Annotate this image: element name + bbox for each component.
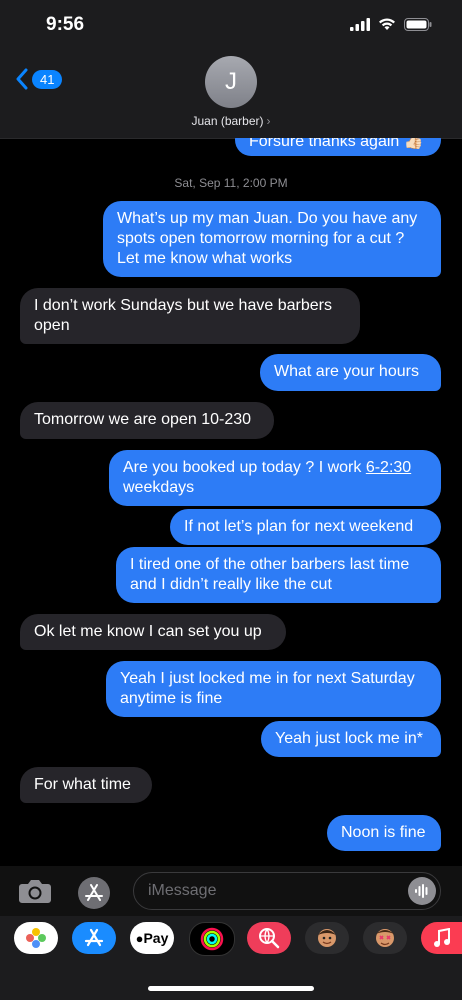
message-text: For what time [34,776,131,793]
message-bubble-outgoing[interactable]: Noon is fine [327,815,441,851]
message-bubble-incoming[interactable]: I don’t work Sundays but we have barbers… [20,288,360,344]
camera-icon [19,880,51,903]
message-bubble-incoming[interactable]: Ok let me know I can set you up [20,614,286,650]
contact-name-button[interactable]: Juan (barber) › [0,114,462,128]
message-text: Forsure thanks again 👍🏻 [249,138,424,150]
chevron-left-icon [16,68,28,90]
apple-pay-label: Pay [143,930,169,946]
fitness-app-button[interactable] [189,922,235,956]
battery-icon [404,18,432,31]
memoji-stickers-icon [376,929,394,947]
message-text: I tired one of the other barbers last ti… [130,556,410,593]
photos-icon [26,928,46,948]
app-store-app-button[interactable] [72,922,116,954]
message-thread[interactable]: Forsure thanks again 👍🏻 Sat, Sep 11, 2:0… [0,138,462,866]
message-text: weekdays [123,479,195,496]
message-bubble-outgoing[interactable]: Yeah I just locked me in for next Saturd… [106,661,441,717]
message-bubble-outgoing[interactable]: What are your hours [260,354,441,391]
message-bubble-outgoing[interactable]: Yeah just lock me in* [261,721,441,757]
photos-app-button[interactable] [14,922,58,954]
message-composer [0,866,462,916]
message-text: What are your hours [274,363,419,380]
back-button[interactable]: 41 [16,68,63,90]
message-bubble-outgoing[interactable]: If not let’s plan for next weekend [170,509,441,545]
memoji-icon [318,929,336,947]
app-store-icon [84,928,104,947]
conversation-header: 41 J Juan (barber) › [0,54,462,139]
message-bubble-incoming[interactable]: For what time [20,767,152,803]
status-time: 9:56 [46,14,85,35]
message-text: Noon is fine [341,824,426,841]
memoji-stickers-app-button[interactable] [363,922,407,954]
imessage-app-drawer: ● Pay [0,916,462,1000]
message-bubble-outgoing[interactable]: Are you booked up today ? I work 6-2:30 … [109,450,441,506]
message-text: I don’t work Sundays but we have barbers… [34,297,332,334]
message-text: Ok let me know I can set you up [34,623,262,640]
message-text: Yeah just lock me in* [275,730,423,747]
activity-rings-icon [200,927,224,951]
music-note-icon [433,928,450,947]
date-link[interactable]: 6-2:30 [366,459,411,476]
message-input[interactable] [146,881,400,901]
signal-icon [350,18,370,31]
chevron-right-icon: › [266,114,271,128]
message-text: Are you booked up today ? I work [123,459,366,476]
music-app-button[interactable] [421,922,462,954]
apple-pay-app-button[interactable]: ● Pay [130,922,174,954]
message-text: Yeah I just locked me in for next Saturd… [120,670,415,707]
audio-message-button[interactable] [408,877,436,905]
contact-name: Juan (barber) [191,114,264,128]
message-bubble-outgoing[interactable]: What’s up my man Juan. Do you have any s… [103,201,441,277]
app-store-button[interactable] [78,877,110,909]
message-bubble-incoming[interactable]: Tomorrow we are open 10-230 [20,402,274,439]
app-store-icon [85,884,103,901]
message-text: Tomorrow we are open 10-230 [34,411,252,428]
memoji-app-button[interactable] [305,922,349,954]
wifi-icon [379,18,395,30]
waveform-icon [415,884,428,898]
globe-search-icon [259,928,280,949]
message-input-container [133,872,441,910]
message-bubble-outgoing[interactable]: I tired one of the other barbers last ti… [116,547,441,603]
message-text: What’s up my man Juan. Do you have any s… [117,210,418,267]
status-icons [350,18,432,31]
message-timestamp: Sat, Sep 11, 2:00 PM [174,176,288,190]
status-bar: 9:56 [0,0,462,54]
search-images-app-button[interactable] [247,922,291,954]
camera-button[interactable] [18,878,52,909]
message-text: If not let’s plan for next weekend [184,518,414,535]
home-indicator[interactable] [148,986,314,991]
message-bubble-outgoing[interactable]: Forsure thanks again 👍🏻 [235,138,441,156]
avatar-initial: J [225,68,237,95]
apple-logo-icon: ● [135,930,144,946]
unread-count-badge: 41 [32,69,63,89]
contact-avatar[interactable]: J [205,56,257,108]
